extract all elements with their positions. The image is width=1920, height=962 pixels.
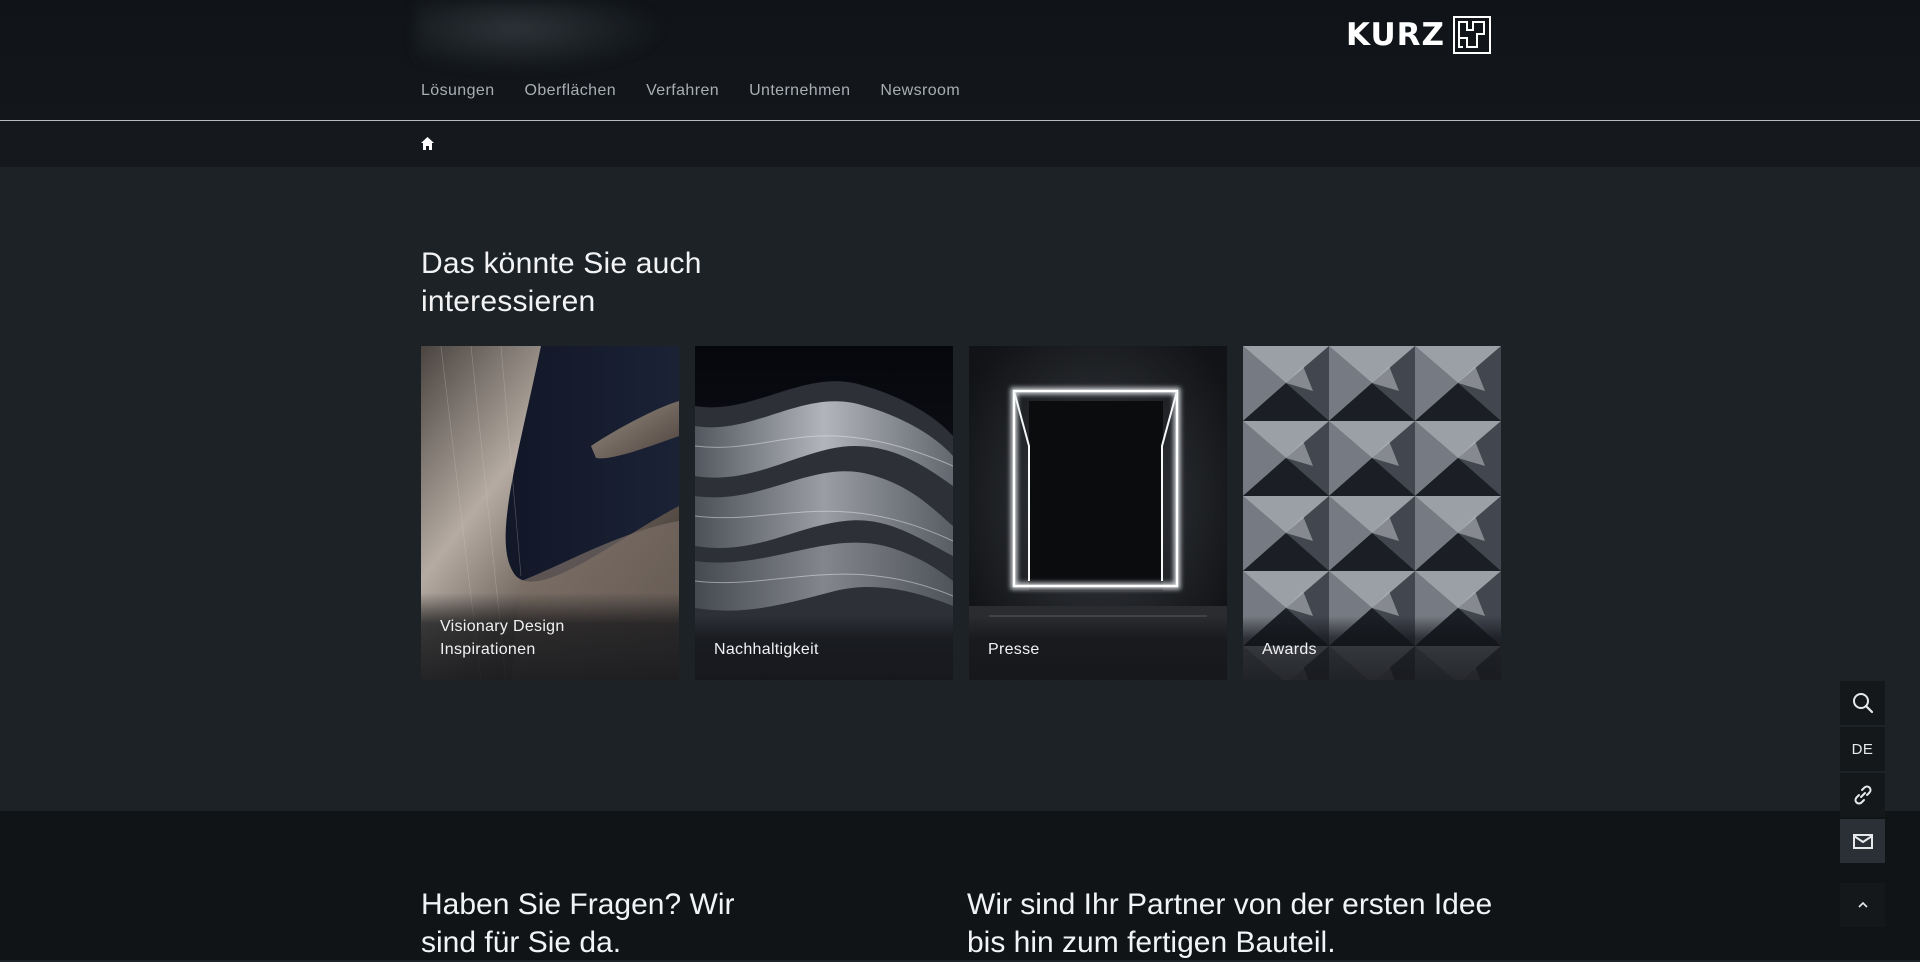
nav-item-unternehmen[interactable]: Unternehmen xyxy=(749,82,850,100)
card-caption: Nachhaltigkeit xyxy=(695,616,953,680)
breadcrumb xyxy=(0,121,1920,167)
related-cards: Visionary Design Inspirationen Nachhalti… xyxy=(421,346,1501,680)
card-caption: Awards xyxy=(1243,616,1501,680)
language-label: DE xyxy=(1851,740,1874,758)
card-visionary-design[interactable]: Visionary Design Inspirationen xyxy=(421,346,679,680)
home-icon[interactable] xyxy=(420,136,435,151)
card-title-line-1: Presse xyxy=(988,641,1040,658)
search-icon xyxy=(1852,693,1873,714)
nav-item-newsroom[interactable]: Newsroom xyxy=(880,82,960,100)
scroll-to-top-button[interactable] xyxy=(1840,883,1885,927)
card-title-line-1: Awards xyxy=(1262,641,1317,658)
contact-heading: Haben Sie Fragen? Wir sind für Sie da. xyxy=(421,888,735,959)
section-title: Das könnte Sie auch interessieren xyxy=(421,247,702,318)
card-caption: Presse xyxy=(969,616,1227,680)
language-button[interactable]: DE xyxy=(1840,727,1885,771)
partner-heading: Wir sind Ihr Partner von der ersten Idee… xyxy=(967,888,1493,959)
card-title-line-1: Visionary Design xyxy=(440,618,565,635)
card-presse[interactable]: Presse xyxy=(969,346,1227,680)
contact-mail-button[interactable] xyxy=(1840,819,1885,863)
search-button[interactable] xyxy=(1840,681,1885,725)
card-title-line-1: Nachhaltigkeit xyxy=(714,641,819,658)
logo-wordmark: KURZ xyxy=(1346,17,1445,53)
site-header: KURZ Lösungen Oberflächen Verfahren Unte… xyxy=(0,0,1920,121)
card-title-line-2: Inspirationen xyxy=(440,641,536,658)
card-caption: Visionary Design Inspirationen xyxy=(421,593,679,680)
share-link-button[interactable] xyxy=(1840,773,1885,817)
card-awards[interactable]: Awards xyxy=(1243,346,1501,680)
contact-footer xyxy=(0,811,1920,960)
card-nachhaltigkeit[interactable]: Nachhaltigkeit xyxy=(695,346,953,680)
chevron-up-icon xyxy=(1857,901,1868,908)
kurz-logo[interactable]: KURZ xyxy=(1346,15,1491,55)
header-background-blur xyxy=(416,0,666,72)
main-nav: Lösungen Oberflächen Verfahren Unternehm… xyxy=(421,82,960,100)
link-icon xyxy=(1853,785,1872,805)
nav-item-oberflaechen[interactable]: Oberflächen xyxy=(525,82,617,100)
logo-mark-icon xyxy=(1453,16,1491,54)
mail-icon xyxy=(1852,834,1873,849)
nav-item-loesungen[interactable]: Lösungen xyxy=(421,82,495,100)
nav-item-verfahren[interactable]: Verfahren xyxy=(646,82,719,100)
